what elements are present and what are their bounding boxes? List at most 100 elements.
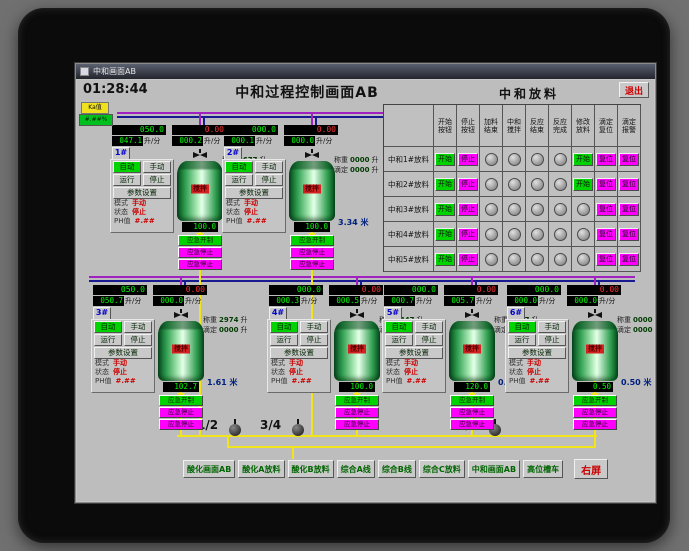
emergency-stop-button[interactable]: 应急停止	[290, 259, 334, 270]
table-cell	[480, 222, 503, 247]
auto-button[interactable]: 自动	[94, 321, 122, 333]
nav-button-右屏[interactable]: 右屏	[574, 459, 609, 479]
params-button[interactable]: 参数设置	[113, 187, 171, 199]
manual-button[interactable]: 手动	[538, 321, 566, 333]
params-button[interactable]: 参数设置	[270, 347, 328, 359]
manual-button[interactable]: 手动	[143, 161, 171, 173]
run-status: 状态 停止	[271, 368, 303, 376]
emergency-stop-button[interactable]: 应急停止	[159, 407, 203, 418]
auto-button[interactable]: 自动	[385, 321, 413, 333]
table-start-button[interactable]: 开始	[435, 152, 455, 166]
table-start-button[interactable]: 开始	[435, 252, 455, 266]
table-start-button[interactable]: 开始	[573, 152, 593, 166]
run-status: 状态 停止	[226, 208, 258, 216]
reactor-tank: 搅拌	[449, 321, 495, 381]
nav-button-高位槽车[interactable]: 高位槽车	[523, 460, 564, 478]
run-button[interactable]: 运行	[113, 174, 141, 186]
emergency-open-button[interactable]: 应急开制	[290, 235, 334, 246]
run-button[interactable]: 运行	[508, 334, 536, 346]
nav-button-综合C放料[interactable]: 综合C放料	[418, 460, 465, 478]
flow-rate-unit: 升/分	[256, 137, 273, 145]
emergency-open-button[interactable]: 应急开制	[159, 395, 203, 406]
table-reset-button[interactable]: 复位	[596, 202, 616, 216]
emergency-open-button[interactable]: 应急开制	[335, 395, 379, 406]
table-stop-button[interactable]: 停止	[458, 152, 478, 166]
table-reset-button[interactable]: 复位	[596, 152, 616, 166]
stop-button[interactable]: 停止	[124, 334, 152, 346]
emergency-stop-button[interactable]: 应急停止	[290, 247, 334, 258]
tank-column: 搅拌 0.50	[571, 309, 619, 399]
params-button[interactable]: 参数设置	[385, 347, 443, 359]
emergency-open-button[interactable]: 应急开制	[573, 395, 617, 406]
table-cell	[572, 197, 595, 222]
emergency-stop-button[interactable]: 应急停止	[450, 419, 494, 430]
params-button[interactable]: 参数设置	[94, 347, 152, 359]
table-start-button[interactable]: 开始	[435, 227, 455, 241]
table-cell	[549, 197, 572, 222]
manual-button[interactable]: 手动	[255, 161, 283, 173]
status-lamp-icon	[553, 152, 567, 166]
section-title-discharge: 中和放料	[499, 87, 560, 101]
stop-button[interactable]: 停止	[538, 334, 566, 346]
nav-button-综合A线[interactable]: 综合A线	[336, 460, 375, 478]
nav-button-酸化A放料[interactable]: 酸化A放料	[238, 460, 285, 478]
agitator-badge: 搅拌	[586, 344, 604, 354]
stop-button[interactable]: 停止	[143, 174, 171, 186]
table-reset-button[interactable]: 复位	[596, 252, 616, 266]
flow-display-a: 050.0 050.7 升/分	[93, 285, 147, 306]
table-reset-button[interactable]: 复位	[596, 177, 616, 191]
params-button[interactable]: 参数设置	[508, 347, 566, 359]
titration-readout: 滴定0000升	[203, 326, 248, 334]
valve-icon	[193, 149, 207, 158]
emergency-open-button[interactable]: 应急开制	[178, 235, 222, 246]
run-button[interactable]: 运行	[225, 174, 253, 186]
table-stop-button[interactable]: 停止	[458, 227, 478, 241]
nav-button-酸化画面AB[interactable]: 酸化画面AB	[183, 460, 236, 478]
nav-button-中和画面AB[interactable]: 中和画面AB	[467, 460, 521, 478]
auto-button[interactable]: 自动	[270, 321, 298, 333]
emergency-stop-button[interactable]: 应急停止	[159, 419, 203, 430]
table-reset-button[interactable]: 复位	[619, 177, 639, 191]
emergency-stop-button[interactable]: 应急停止	[178, 247, 222, 258]
emergency-stop-button[interactable]: 应急停止	[335, 419, 379, 430]
auto-button[interactable]: 自动	[113, 161, 141, 173]
params-button[interactable]: 参数设置	[225, 187, 283, 199]
status-lamp-icon	[507, 152, 521, 166]
status-lamp-icon	[553, 252, 567, 266]
emergency-stop-button[interactable]: 应急停止	[335, 407, 379, 418]
stop-button[interactable]: 停止	[415, 334, 443, 346]
table-reset-button[interactable]: 复位	[619, 227, 639, 241]
emergency-stop-button[interactable]: 应急停止	[573, 419, 617, 430]
nav-button-综合B线[interactable]: 综合B线	[377, 460, 416, 478]
manual-button[interactable]: 手动	[124, 321, 152, 333]
run-button[interactable]: 运行	[270, 334, 298, 346]
table-start-button[interactable]: 开始	[435, 202, 455, 216]
stop-button[interactable]: 停止	[255, 174, 283, 186]
emergency-stop-button[interactable]: 应急停止	[178, 259, 222, 270]
exit-button[interactable]: 退出	[619, 82, 649, 98]
manual-button[interactable]: 手动	[300, 321, 328, 333]
table-start-button[interactable]: 开始	[435, 177, 455, 191]
nav-button-酸化B放料[interactable]: 酸化B放料	[287, 460, 334, 478]
manual-button[interactable]: 手动	[415, 321, 443, 333]
window-titlebar[interactable]: 中和画面AB	[76, 64, 655, 79]
emergency-stop-button[interactable]: 应急停止	[573, 407, 617, 418]
table-reset-button[interactable]: 复位	[596, 227, 616, 241]
table-stop-button[interactable]: 停止	[458, 177, 478, 191]
table-start-button[interactable]: 开始	[573, 177, 593, 191]
auto-button[interactable]: 自动	[508, 321, 536, 333]
run-button[interactable]: 运行	[385, 334, 413, 346]
table-stop-button[interactable]: 停止	[458, 202, 478, 216]
emergency-open-button[interactable]: 应急开制	[450, 395, 494, 406]
flow-displays: 000.0 000.7 升/分 0.00 005.7 升/分	[384, 285, 498, 306]
table-reset-button[interactable]: 复位	[619, 202, 639, 216]
table-reset-button[interactable]: 复位	[619, 252, 639, 266]
weight-readout: 称重 2974 升	[203, 316, 248, 324]
table-reset-button[interactable]: 复位	[619, 152, 639, 166]
stop-button[interactable]: 停止	[300, 334, 328, 346]
auto-button[interactable]: 自动	[225, 161, 253, 173]
table-stop-button[interactable]: 停止	[458, 252, 478, 266]
status-lamp-icon	[553, 202, 567, 216]
emergency-stop-button[interactable]: 应急停止	[450, 407, 494, 418]
run-button[interactable]: 运行	[94, 334, 122, 346]
